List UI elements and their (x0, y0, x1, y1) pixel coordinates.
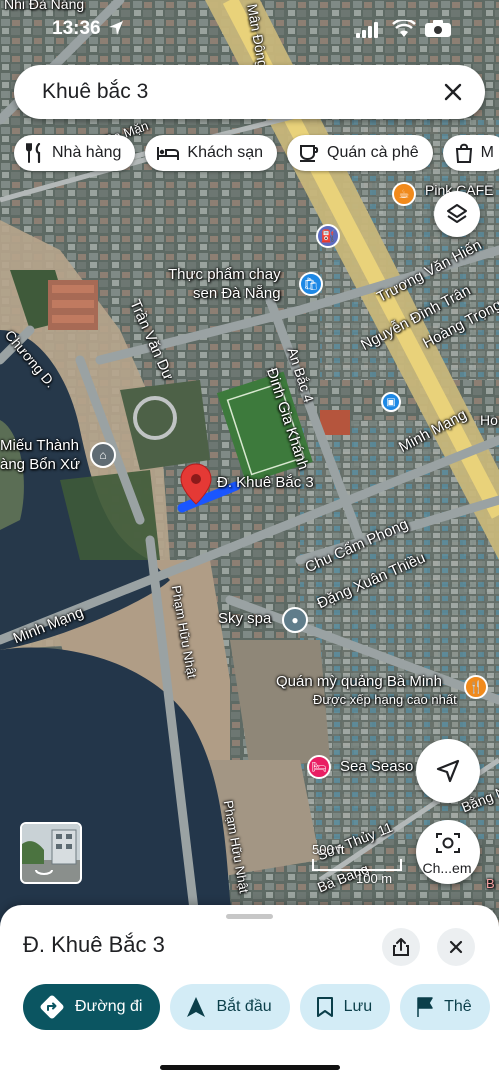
scale-feet: 500 ft (312, 842, 345, 857)
label-mieu-thanh: Miếu Thành (0, 437, 79, 454)
share-icon (393, 938, 409, 956)
cellular-signal-icon (356, 22, 378, 38)
bookmark-icon (316, 997, 333, 1017)
status-time: 13:36 (52, 18, 101, 39)
label-sen-da-nang: sen Đà Nẵng (193, 285, 281, 302)
save-label: Lưu (343, 998, 373, 1015)
label-sea-season: Sea Seaso (340, 758, 414, 775)
chip-hotels[interactable]: Khách sạn (145, 135, 277, 171)
chip-label: Nhà hàng (52, 144, 122, 161)
start-label: Bắt đầu (216, 998, 272, 1015)
place-title: Đ. Khuê Bắc 3 (23, 932, 165, 957)
layers-icon (447, 204, 467, 223)
fork-knife-icon (26, 143, 41, 163)
close-sheet-button[interactable] (437, 928, 475, 966)
scale-meters: 100 m (356, 871, 393, 886)
map-scale: 500 ft 100 m (312, 842, 402, 886)
temple-poi-icon[interactable]: ⌂ (90, 442, 116, 468)
chip-label: Quán cà phê (327, 144, 419, 161)
coffee-cup-icon (300, 145, 319, 162)
sheet-drag-handle[interactable] (226, 914, 273, 919)
transit-poi-icon[interactable]: ▣ (381, 392, 401, 412)
bed-icon (157, 147, 180, 160)
chip-label: M (480, 144, 494, 161)
add-label-button[interactable]: Thê (400, 984, 490, 1030)
navigation-arrow-icon (187, 997, 206, 1017)
street-view-thumbnail[interactable] (20, 822, 82, 884)
shopping-bag-icon (455, 143, 472, 163)
selected-location-pin-icon[interactable] (179, 462, 213, 506)
shop-poi-icon[interactable]: 🛍 (299, 272, 323, 296)
directions-button[interactable]: Đường đi (23, 984, 161, 1030)
spa-poi-icon[interactable]: ● (282, 607, 308, 633)
label-quan-my-quang: Quán mỳ quảng Bà Minh (276, 673, 442, 690)
directions-label: Đường đi (75, 998, 143, 1015)
cafe-poi-icon[interactable]: ☕ (392, 182, 416, 206)
share-button[interactable] (382, 928, 420, 966)
label-ho: Ho (480, 412, 498, 428)
lens-button-label: Ch...em (422, 860, 472, 876)
label-hoang-bon-xu: àng Bổn Xứ (0, 456, 81, 473)
add-label-label: Thê (444, 998, 472, 1015)
chip-coffee[interactable]: Quán cà phê (287, 135, 433, 171)
label-b-right: B (486, 876, 495, 891)
chip-label: Khách sạn (187, 144, 263, 161)
label-thuc-pham-chay: Thực phẩm chay (168, 266, 281, 283)
location-arrow-icon (109, 21, 123, 35)
wifi-icon (392, 20, 416, 37)
place-actions: Đường đi Bắt đầu Lưu Thê (23, 984, 490, 1030)
camera-lens-icon (436, 833, 460, 853)
save-button[interactable]: Lưu (299, 984, 391, 1030)
search-query[interactable]: Khuê bắc 3 (42, 80, 148, 104)
chip-shopping[interactable]: M (442, 135, 499, 171)
label-sky-spa: Sky spa (218, 610, 272, 627)
place-bottom-sheet[interactable]: Đ. Khuê Bắc 3 Đường đi Bắt đầu Lưu Thê (0, 905, 499, 1080)
street-view-photo (22, 824, 80, 882)
status-bar: 13:36 (0, 0, 499, 56)
gas-station-poi-icon[interactable]: ⛽ (316, 224, 340, 248)
directions-icon (40, 995, 64, 1019)
restaurant-poi-icon[interactable]: 🍴 (464, 675, 488, 699)
search-bar[interactable]: Khuê bắc 3 (14, 65, 485, 119)
label-duoc-xep-hang: Được xếp hạng cao nhất (313, 692, 457, 707)
chip-restaurants[interactable]: Nhà hàng (14, 135, 136, 171)
label-khue-bac-3: Đ. Khuê Bắc 3 (217, 474, 314, 491)
flag-icon (417, 997, 433, 1017)
navigation-arrow-icon (436, 759, 460, 783)
clear-search-icon[interactable] (439, 78, 467, 106)
hotel-poi-icon[interactable]: 🛏 (307, 755, 331, 779)
home-indicator (160, 1065, 340, 1070)
close-icon (449, 940, 463, 954)
my-location-button[interactable] (416, 739, 480, 803)
camera-status-icon (425, 20, 451, 37)
start-button[interactable]: Bắt đầu (170, 984, 290, 1030)
layers-button[interactable] (434, 191, 480, 237)
category-chips: Nhà hàng Khách sạn Quán cà phê M (14, 135, 499, 171)
